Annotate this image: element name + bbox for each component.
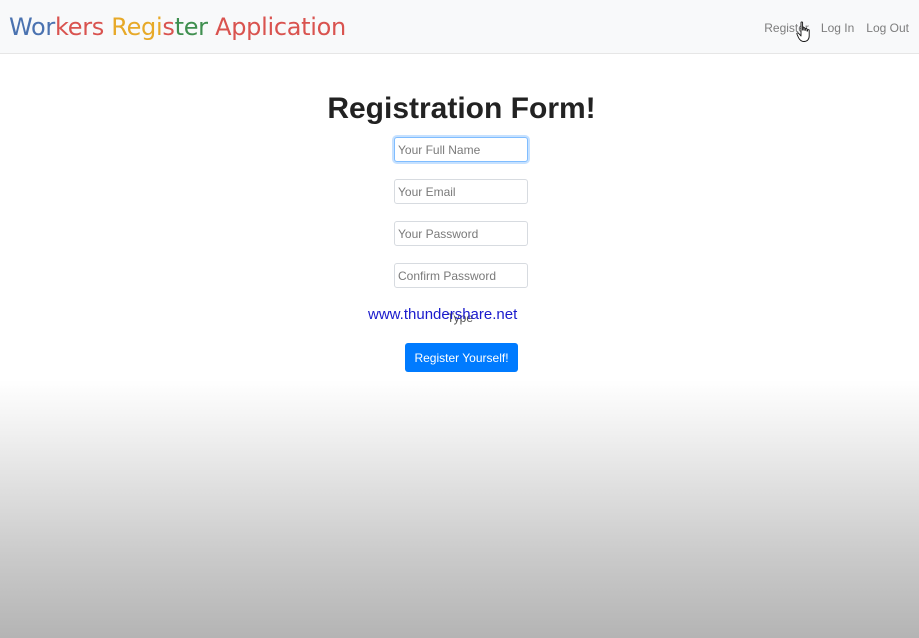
brand-segment: er	[183, 13, 216, 41]
brand-title[interactable]: Workers Register Application	[9, 12, 346, 42]
brand-segment: s	[162, 13, 175, 41]
brand-segment: Wor	[9, 13, 55, 41]
register-button[interactable]: Register Yourself!	[405, 343, 518, 372]
page-title: Registration Form!	[327, 92, 596, 125]
brand-segment: kers	[54, 13, 112, 41]
password-input[interactable]	[394, 221, 528, 246]
navbar: Workers Register Application Register Lo…	[0, 0, 919, 54]
brand-segment: Regi	[111, 13, 163, 41]
email-input[interactable]	[394, 179, 528, 204]
nav-login-link[interactable]: Log In	[821, 21, 854, 35]
brand-segment: Application	[215, 13, 346, 41]
full-name-input[interactable]	[394, 137, 528, 162]
nav-logout-link[interactable]: Log Out	[866, 21, 909, 35]
hand-cursor-icon	[796, 21, 810, 42]
confirm-password-input[interactable]	[394, 263, 528, 288]
brand-segment: t	[174, 13, 184, 41]
watermark-text: www.thundershare.net	[368, 306, 518, 323]
nav-links: Register Log In Log Out	[764, 21, 909, 35]
